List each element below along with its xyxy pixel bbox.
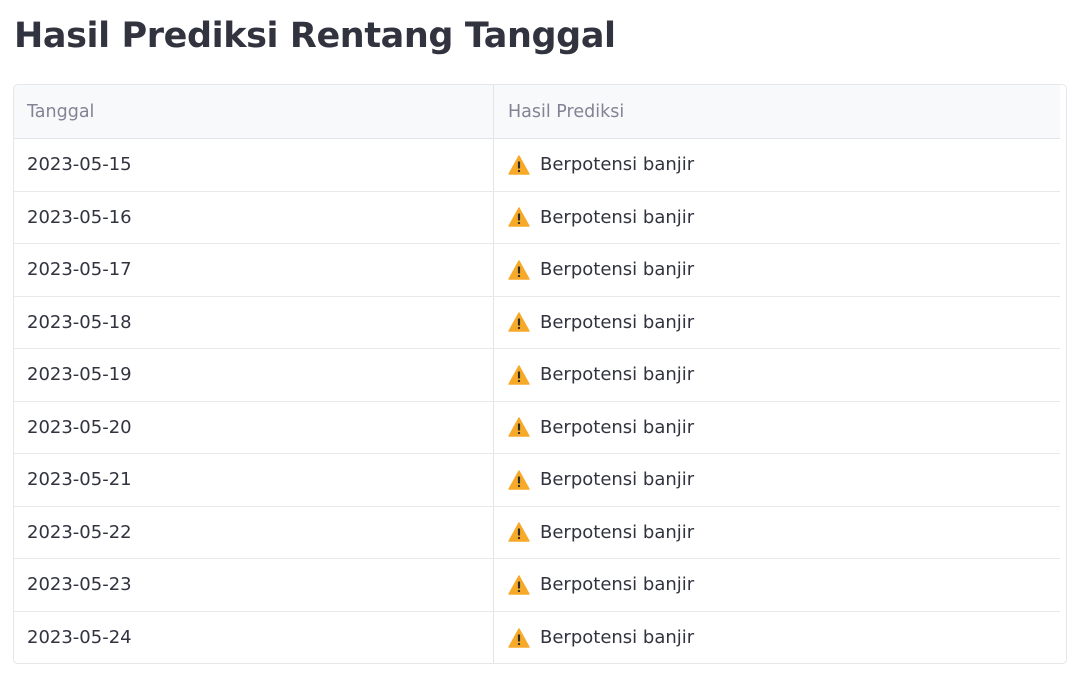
warning-icon: [508, 154, 530, 175]
prediction-label: Berpotensi banjir: [540, 574, 695, 596]
prediction-cell[interactable]: Berpotensi banjir: [494, 297, 1060, 349]
column-header-hasil-prediksi[interactable]: Hasil Prediksi: [494, 85, 1060, 138]
prediction-label: Berpotensi banjir: [540, 259, 695, 281]
warning-icon: [508, 259, 530, 280]
warning-icon: [508, 417, 530, 438]
warning-icon: [508, 364, 530, 385]
date-cell[interactable]: 2023-05-22: [14, 506, 494, 558]
page-title: Hasil Prediksi Rentang Tanggal: [14, 16, 616, 56]
warning-icon: [508, 574, 530, 595]
table-row[interactable]: 2023-05-21 Berpotensi banjir: [14, 454, 1060, 507]
table-row[interactable]: 2023-05-22 Berpotensi banjir: [14, 506, 1060, 559]
prediction-table[interactable]: Tanggal Hasil Prediksi 2023-05-15 Berpot…: [13, 84, 1067, 664]
warning-icon: [508, 469, 530, 490]
prediction-label: Berpotensi banjir: [540, 627, 695, 649]
warning-icon: [508, 312, 530, 333]
date-cell[interactable]: 2023-05-17: [14, 244, 494, 296]
table-row[interactable]: 2023-05-23 Berpotensi banjir: [14, 559, 1060, 612]
prediction-label: Berpotensi banjir: [540, 521, 695, 543]
date-cell[interactable]: 2023-05-15: [14, 139, 494, 191]
prediction-label: Berpotensi banjir: [540, 154, 695, 176]
table-row[interactable]: 2023-05-16 Berpotensi banjir: [14, 191, 1060, 244]
table-row[interactable]: 2023-05-19 Berpotensi banjir: [14, 349, 1060, 402]
warning-icon: [508, 627, 530, 648]
table-grid: Tanggal Hasil Prediksi 2023-05-15 Berpot…: [14, 85, 1060, 664]
prediction-label: Berpotensi banjir: [540, 311, 695, 333]
prediction-cell[interactable]: Berpotensi banjir: [494, 244, 1060, 296]
date-cell[interactable]: 2023-05-20: [14, 401, 494, 453]
prediction-cell[interactable]: Berpotensi banjir: [494, 139, 1060, 191]
table-row[interactable]: 2023-05-20 Berpotensi banjir: [14, 401, 1060, 454]
prediction-cell[interactable]: Berpotensi banjir: [494, 612, 1060, 664]
prediction-cell[interactable]: Berpotensi banjir: [494, 349, 1060, 401]
prediction-cell[interactable]: Berpotensi banjir: [494, 559, 1060, 611]
prediction-cell[interactable]: Berpotensi banjir: [494, 402, 1060, 454]
prediction-label: Berpotensi banjir: [540, 364, 695, 386]
prediction-label: Berpotensi banjir: [540, 416, 695, 438]
table-row[interactable]: 2023-05-17 Berpotensi banjir: [14, 244, 1060, 297]
column-header-tanggal[interactable]: Tanggal: [14, 85, 494, 138]
table-row[interactable]: 2023-05-15 Berpotensi banjir: [14, 139, 1060, 192]
date-cell[interactable]: 2023-05-16: [14, 191, 494, 243]
date-cell[interactable]: 2023-05-21: [14, 454, 494, 506]
warning-icon: [508, 207, 530, 228]
prediction-cell[interactable]: Berpotensi banjir: [494, 507, 1060, 559]
table-row[interactable]: 2023-05-18 Berpotensi banjir: [14, 296, 1060, 349]
date-cell[interactable]: 2023-05-23: [14, 559, 494, 611]
table-row[interactable]: 2023-05-24 Berpotensi banjir: [14, 611, 1060, 664]
prediction-label: Berpotensi banjir: [540, 206, 695, 228]
date-cell[interactable]: 2023-05-24: [14, 611, 494, 663]
warning-icon: [508, 522, 530, 543]
table-header-row: Tanggal Hasil Prediksi: [14, 85, 1060, 139]
prediction-cell[interactable]: Berpotensi banjir: [494, 454, 1060, 506]
date-cell[interactable]: 2023-05-18: [14, 296, 494, 348]
prediction-label: Berpotensi banjir: [540, 469, 695, 491]
prediction-cell[interactable]: Berpotensi banjir: [494, 192, 1060, 244]
date-cell[interactable]: 2023-05-19: [14, 349, 494, 401]
